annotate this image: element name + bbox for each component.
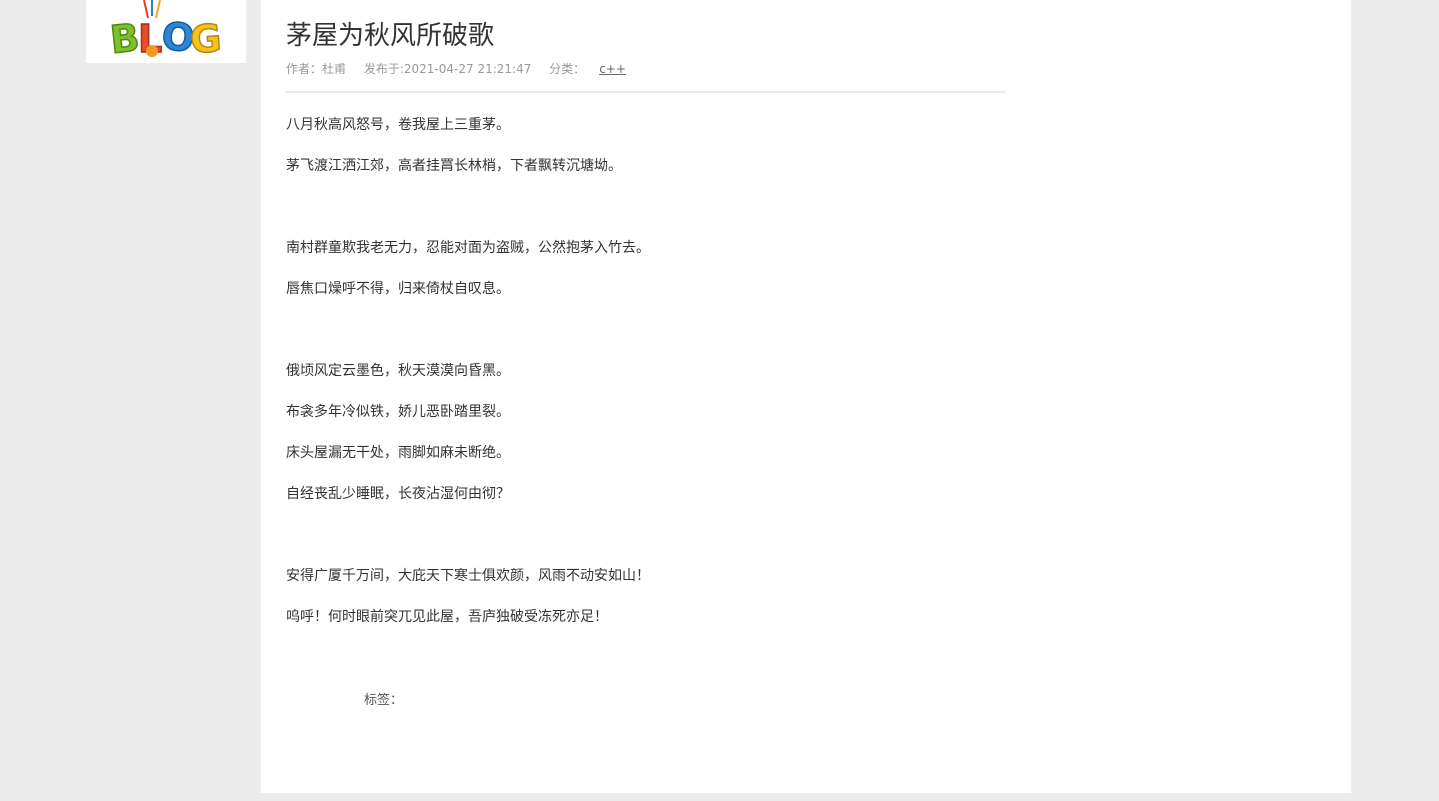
poem-line: 床头屋漏无干处，雨脚如麻未断绝。 <box>286 445 510 461</box>
article-title: 茅屋为秋风所破歌 <box>286 21 495 51</box>
title-divider <box>286 91 1006 93</box>
blog-logo[interactable]: B L O G <box>86 0 246 63</box>
main-content: 茅屋为秋风所破歌 作者：杜甫 发布于:2021-04-27 21:21:47 分… <box>261 0 1351 793</box>
poem-line: 唇焦口燥呼不得，归来倚杖自叹息。 <box>286 281 510 297</box>
poem-line: 南村群童欺我老无力，忍能对面为盗贼，公然抱茅入竹去。 <box>286 240 650 256</box>
poem-line: 茅飞渡江洒江郊，高者挂罥长林梢，下者飘转沉塘坳。 <box>286 158 622 174</box>
poem-line: 自经丧乱少睡眠，长夜沾湿何由彻？ <box>286 486 510 502</box>
poem-line: 呜呼！何时眼前突兀见此屋，吾庐独破受冻死亦足！ <box>286 609 608 625</box>
sidebar <box>71 0 261 801</box>
article: 茅屋为秋风所破歌 作者：杜甫 发布于:2021-04-27 21:21:47 分… <box>286 0 1006 648</box>
tags-label: 标签： <box>364 693 404 708</box>
poem-line: 八月秋高风怒号，卷我屋上三重茅。 <box>286 117 510 133</box>
category-label: 分类： <box>549 62 586 76</box>
bottom-bar <box>261 793 1351 801</box>
svg-text:B: B <box>108 15 141 62</box>
poem-line: 布衾多年冷似铁，娇儿恶卧踏里裂。 <box>286 404 510 420</box>
svg-text:G: G <box>189 16 223 62</box>
poem-line: 俄顷风定云墨色，秋天漠漠向昏黑。 <box>286 363 510 379</box>
article-body: 八月秋高风怒号，卷我屋上三重茅。 茅飞渡江洒江郊，高者挂罥长林梢，下者飘转沉塘坳… <box>286 115 1006 628</box>
poem-line: 安得广厦千万间，大庇天下寒士俱欢颜，风雨不动安如山！ <box>286 568 650 584</box>
publish-time: 发布于:2021-04-27 21:21:47 <box>363 62 532 76</box>
author: 作者：杜甫 <box>286 62 347 76</box>
category-link[interactable]: c++ <box>599 62 626 76</box>
blog-logo-graphic: B L O G <box>107 0 224 63</box>
article-meta: 作者：杜甫 发布于:2021-04-27 21:21:47 分类： c++ <box>286 61 1006 77</box>
category: 分类： c++ <box>549 62 640 76</box>
